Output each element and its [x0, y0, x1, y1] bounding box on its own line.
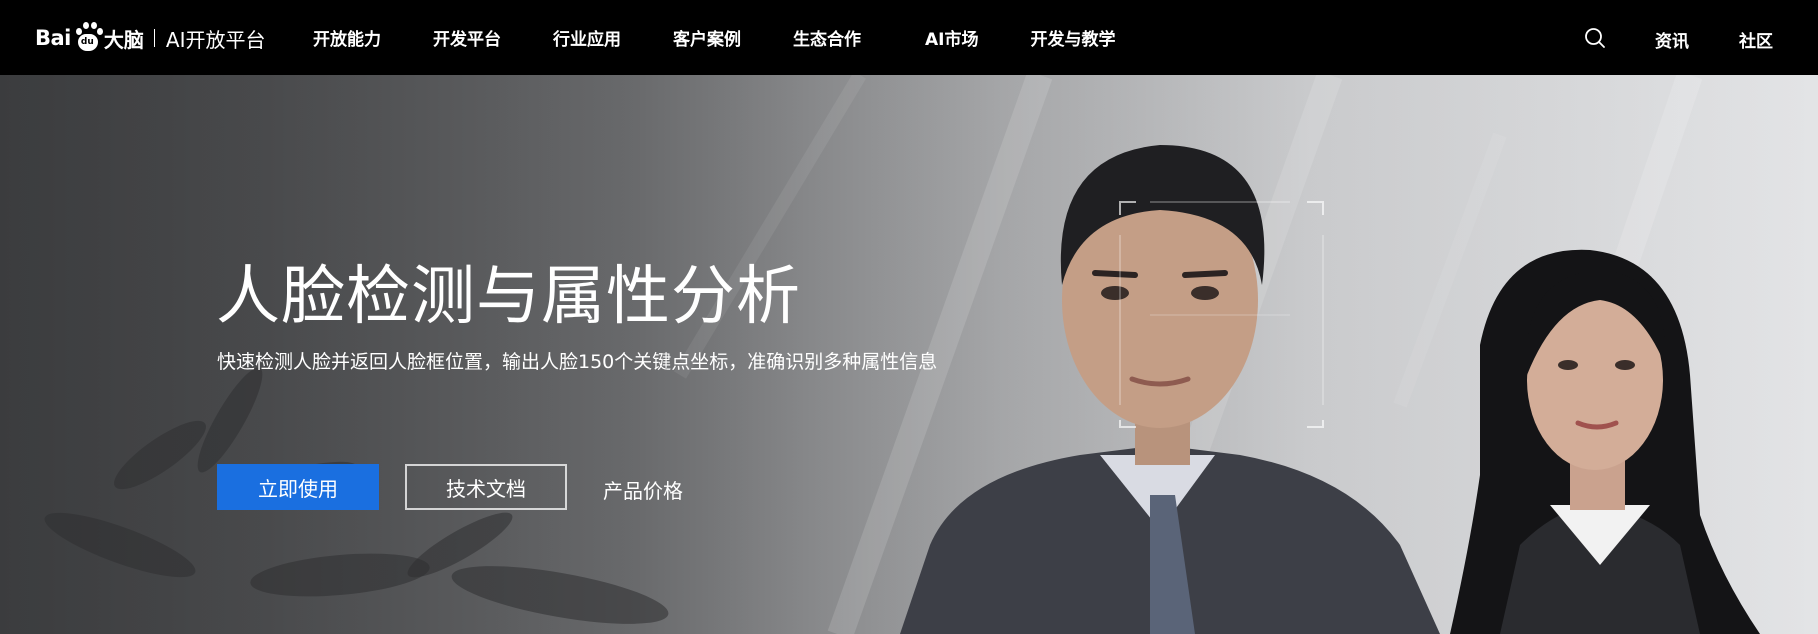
use-now-button[interactable]: 立即使用	[217, 464, 379, 510]
main-nav: 开放能力 开发平台 行业应用 客户案例 生态合作 AI市场 开发与教学	[313, 0, 1167, 75]
baidu-ai-logo[interactable]: Bai du 大脑 AI开放平台	[35, 18, 265, 58]
hero-title: 人脸检测与属性分析	[216, 259, 801, 334]
search-icon	[1585, 28, 1605, 48]
hero-subtitle: 快速检测人脸并返回人脸框位置，输出人脸150个关键点坐标，准确识别多种属性信息	[217, 351, 938, 373]
tech-docs-button[interactable]: 技术文档	[405, 464, 567, 510]
product-price-link[interactable]: 产品价格	[603, 475, 683, 504]
baidu-paw-icon: du	[72, 21, 103, 55]
nav-community-link[interactable]: 社区	[1739, 27, 1773, 52]
nav-item-dev-education[interactable]: 开发与教学	[1030, 25, 1115, 50]
nav-item-dev-platform[interactable]: 开发平台	[433, 25, 501, 50]
logo-divider	[153, 29, 155, 47]
logo-bai-text: Bai	[35, 26, 71, 50]
nav-item-industry-apps[interactable]: 行业应用	[553, 25, 621, 50]
logo-platform-text: AI开放平台	[165, 27, 266, 52]
nav-item-ai-market[interactable]: AI市场	[925, 25, 978, 50]
nav-item-open-capabilities[interactable]: 开放能力	[313, 25, 381, 50]
logo-dano-text: 大脑	[103, 27, 144, 52]
nav-news-link[interactable]: 资讯	[1655, 27, 1689, 52]
top-navbar: Bai du 大脑 AI开放平台 开放能力 开发平台 行业应用 客户案例 生态合…	[0, 0, 1818, 75]
search-button[interactable]	[1583, 26, 1607, 50]
logo-du-text: du	[80, 37, 94, 47]
hero-banner: 人脸检测与属性分析 快速检测人脸并返回人脸框位置，输出人脸150个关键点坐标，准…	[0, 75, 1818, 634]
nav-item-customer-cases[interactable]: 客户案例	[673, 25, 741, 50]
nav-item-ecosystem[interactable]: 生态合作	[793, 25, 861, 50]
